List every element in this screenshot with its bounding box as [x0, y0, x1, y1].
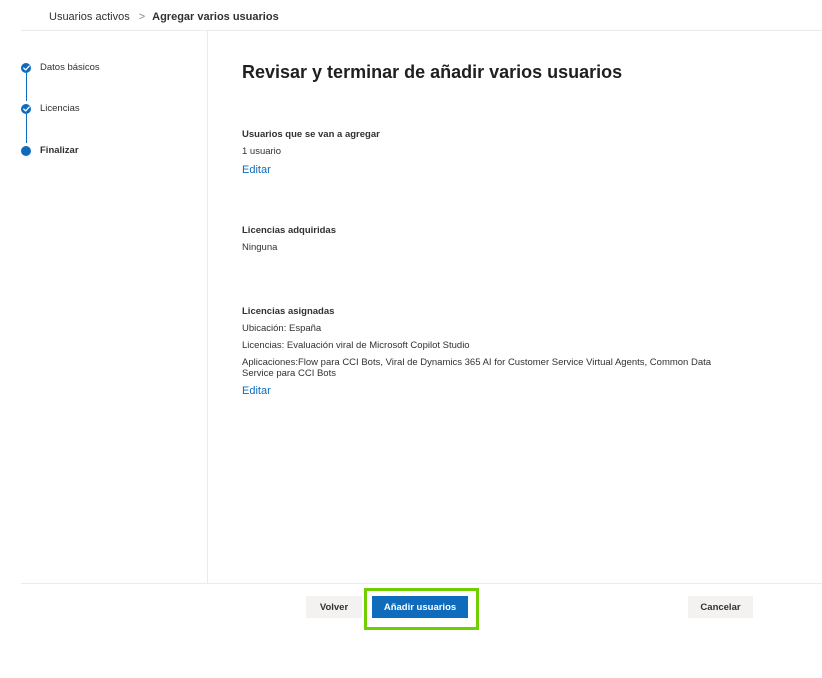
stepper-connector — [25, 114, 27, 143]
section-users-to-add: Usuarios que se van a agregar 1 usuario … — [242, 129, 722, 178]
step-label: Finalizar — [40, 145, 79, 156]
section-heading: Licencias asignadas — [242, 306, 335, 317]
edit-licenses-link[interactable]: Editar — [242, 385, 271, 397]
top-divider — [21, 30, 822, 31]
breadcrumb-active-users-link[interactable]: Usuarios activos — [49, 11, 130, 23]
chevron-right-icon: > — [138, 11, 146, 23]
step-licenses[interactable]: Licencias — [21, 103, 80, 114]
step-finish[interactable]: Finalizar — [21, 145, 79, 156]
current-step-dot-icon — [21, 145, 31, 156]
breadcrumb: Usuarios activos > Agregar varios usuari… — [49, 11, 279, 23]
section-licenses: Licencias: Evaluación viral de Microsoft… — [242, 340, 470, 351]
section-apps: Aplicaciones:Flow para CCI Bots, Viral d… — [242, 357, 712, 379]
section-heading: Usuarios que se van a agregar — [242, 129, 380, 140]
cancel-button[interactable]: Cancelar — [688, 596, 753, 618]
edit-users-link[interactable]: Editar — [242, 164, 271, 176]
checkmark-icon — [21, 103, 31, 114]
section-heading: Licencias adquiridas — [242, 225, 336, 236]
breadcrumb-current: Agregar varios usuarios — [152, 11, 279, 23]
section-value: 1 usuario — [242, 146, 282, 157]
side-divider — [207, 31, 208, 584]
step-label: Datos básicos — [40, 62, 100, 73]
step-basic-data[interactable]: Datos básicos — [21, 62, 100, 73]
section-value: Ninguna — [242, 242, 278, 253]
footer-divider — [21, 583, 822, 584]
section-assigned-licenses: Licencias asignadas Ubicación: España Li… — [242, 306, 722, 399]
back-button[interactable]: Volver — [306, 596, 362, 618]
section-purchased-licenses: Licencias adquiridas Ninguna — [242, 225, 722, 253]
stepper-connector — [25, 73, 27, 101]
checkmark-icon — [21, 62, 31, 73]
section-location: Ubicación: España — [242, 323, 322, 334]
page-title: Revisar y terminar de añadir varios usua… — [242, 62, 623, 82]
step-label: Licencias — [40, 103, 80, 114]
add-users-button[interactable]: Añadir usuarios — [372, 596, 468, 618]
